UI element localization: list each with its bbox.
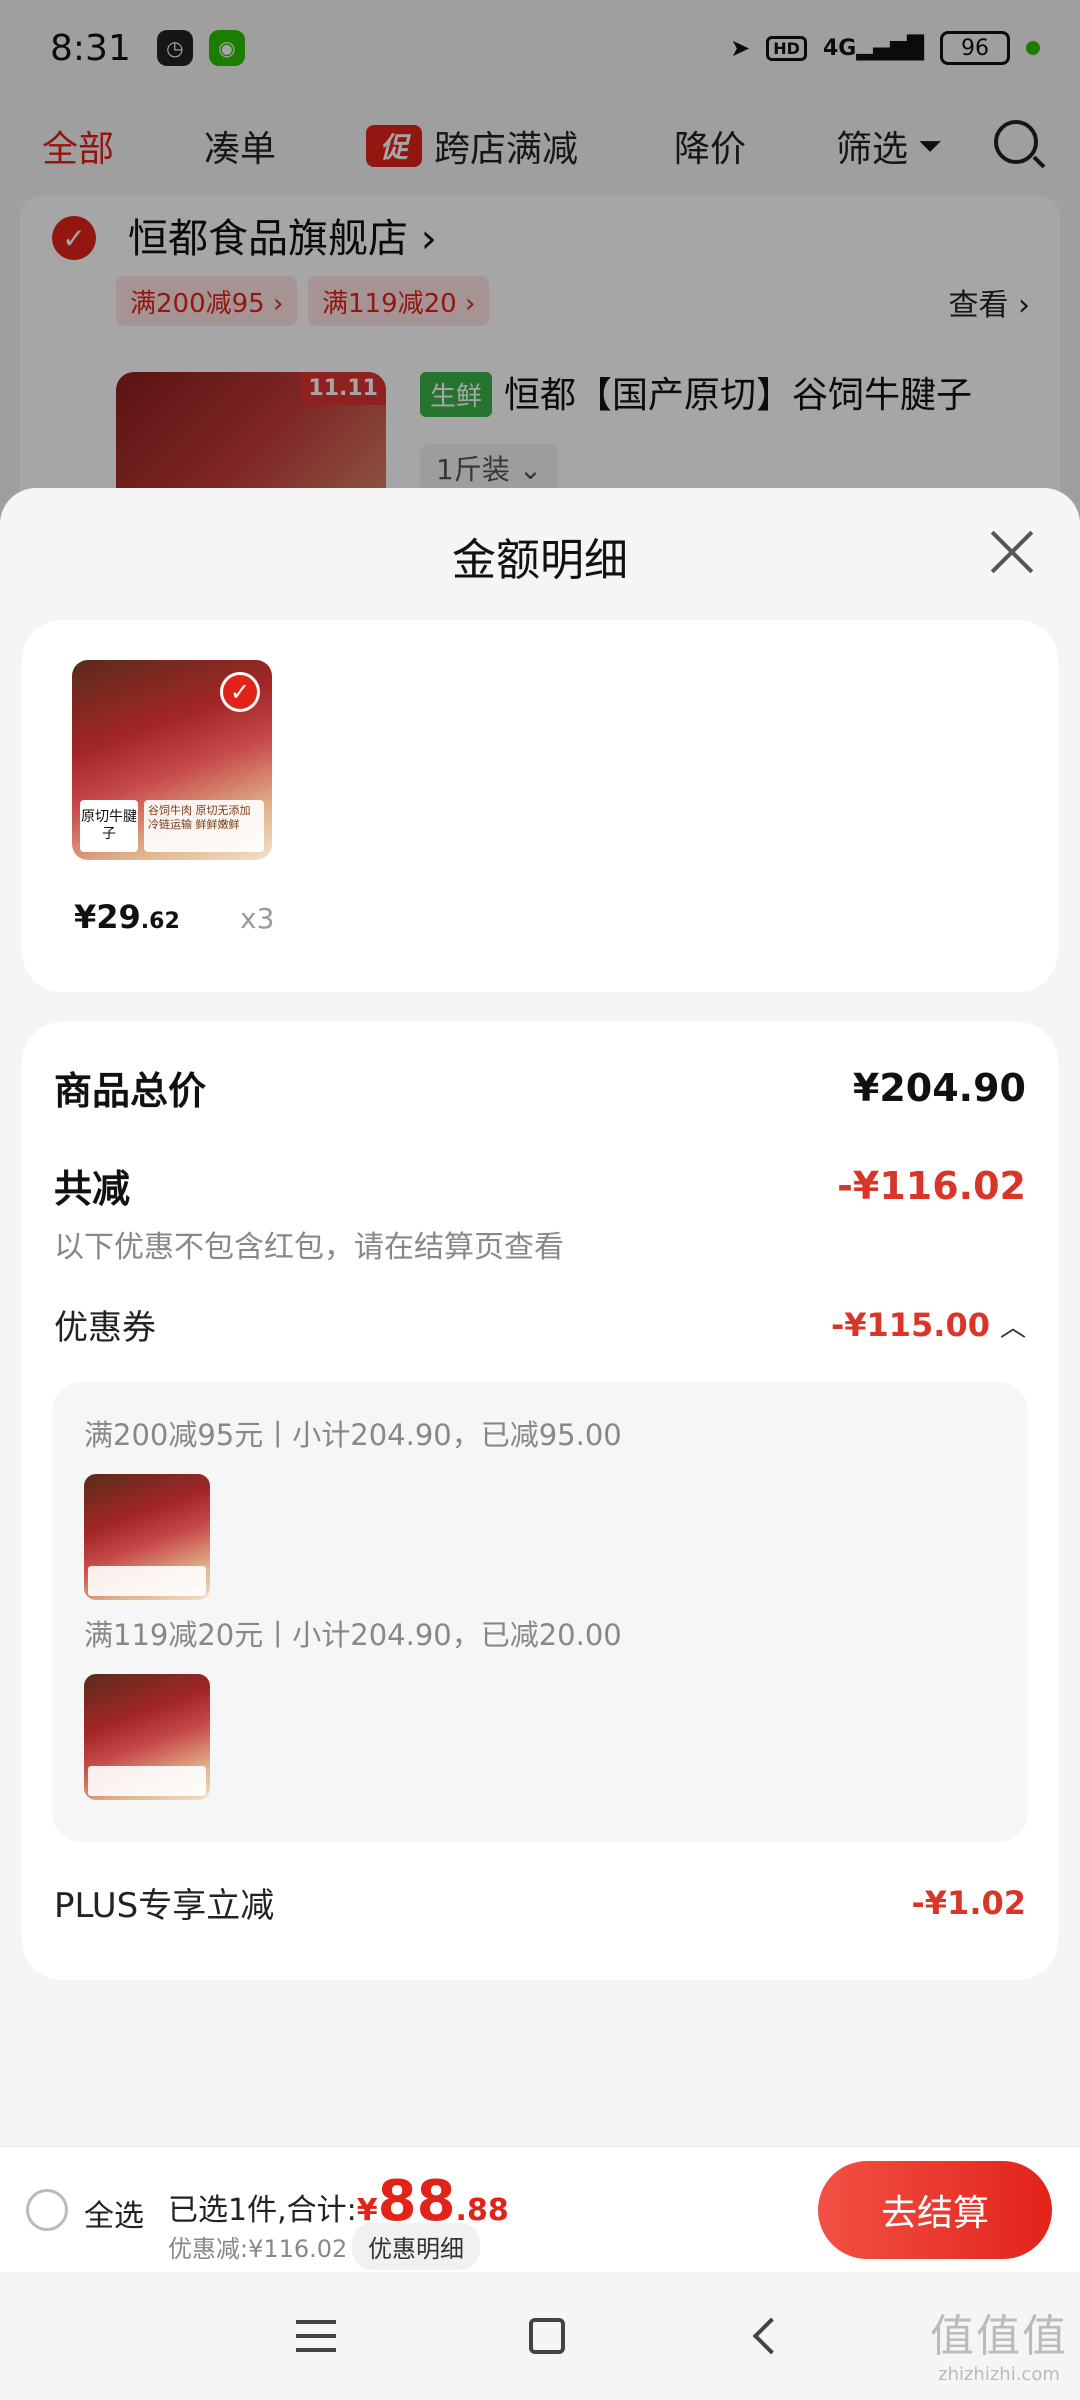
close-icon[interactable] [988,528,1036,576]
select-all-label[interactable]: 全选 [84,2191,144,2235]
watermark-url: zhizhizhi.com [938,2364,1060,2385]
item-image[interactable]: ✓ 原切牛腱子 谷饲牛肉 原切无添加 冷链运输 鲜鲜嫩鲜 [72,660,272,860]
item-price: ¥29.62 [74,898,180,936]
discount-summary: 优惠减:¥116.02 [168,2235,348,2263]
item-price-int: 29 [96,898,141,936]
item-image-strip: 谷饲牛肉 原切无添加 冷链运输 鲜鲜嫩鲜 [144,800,264,852]
plus-value: -¥1.02 [911,1883,1027,1922]
system-nav-bar [0,2272,1080,2400]
select-all-checkbox[interactable] [26,2189,68,2231]
checkout-button[interactable]: 去结算 [818,2161,1052,2259]
coupon-value: -¥115.00 [830,1305,990,1344]
reduce-label: 共减 [54,1167,131,1211]
plus-row: PLUS专享立减 -¥1.02 [54,1878,1026,1927]
reduce-note: 以下优惠不包含红包，请在结算页查看 [54,1230,564,1265]
total-value: ¥204.90 [852,1065,1026,1110]
total-label: 商品总价 [54,1069,207,1113]
menu-icon[interactable] [296,2320,337,2352]
item-image-label: 原切牛腱子 [80,800,138,852]
checkout-bar: 全选 已选1件,合计:¥88.88 优惠减:¥116.02 优惠明细 去结算 [0,2146,1080,2272]
coupon-detail-1: 满200减95元丨小计204.90，已减95.00 [84,1418,622,1452]
selected-label: 已选1件,合计: [168,2193,357,2228]
coupon-value-wrap: -¥115.00 ︿ [831,1306,1026,1344]
chevron-up-icon: ︿ [999,1312,1026,1343]
plus-label: PLUS专享立减 [54,1886,275,1926]
coupon-row[interactable]: 优惠券 -¥115.00 ︿ [54,1300,1026,1349]
selected-items-card: ✓ 原切牛腱子 谷饲牛肉 原切无添加 冷链运输 鲜鲜嫩鲜 ¥29.62 x3 [22,620,1058,992]
coupon-item-thumbnail-2[interactable] [84,1674,210,1800]
amount-detail-sheet: 金额明细 ✓ 原切牛腱子 谷饲牛肉 原切无添加 冷链运输 鲜鲜嫩鲜 ¥29.62… [0,488,1080,2268]
thumb-caption [88,1566,206,1596]
item-price-symbol: ¥ [74,898,97,936]
sheet-title: 金额明细 [452,535,628,586]
item-quantity: x3 [240,902,275,935]
back-icon[interactable] [752,2317,790,2355]
price-detail-card: 商品总价 ¥204.90 共减 -¥116.02 以下优惠不包含红包，请在结算页… [22,1022,1058,1980]
coupon-item-thumbnail-1[interactable] [84,1474,210,1600]
coupon-detail-box: 满200减95元丨小计204.90，已减95.00 满119减20元丨小计204… [52,1382,1028,1842]
home-icon[interactable] [528,2318,565,2354]
reduce-row: 共减 -¥116.02 [54,1158,1026,1213]
item-check-icon: ✓ [220,672,260,712]
coupon-detail-2: 满119减20元丨小计204.90，已减20.00 [84,1618,622,1652]
reduce-value: -¥116.02 [837,1163,1026,1208]
watermark: 值值值 zhizhizhi.com [930,2300,1068,2385]
total-row: 商品总价 ¥204.90 [54,1060,1026,1115]
coupon-label: 优惠券 [54,1308,156,1348]
item-price-dec: .62 [140,909,180,934]
discount-detail-button[interactable]: 优惠明细 [352,2223,480,2270]
watermark-logo: 值值值 [930,2311,1068,2362]
thumb-caption [88,1766,206,1796]
